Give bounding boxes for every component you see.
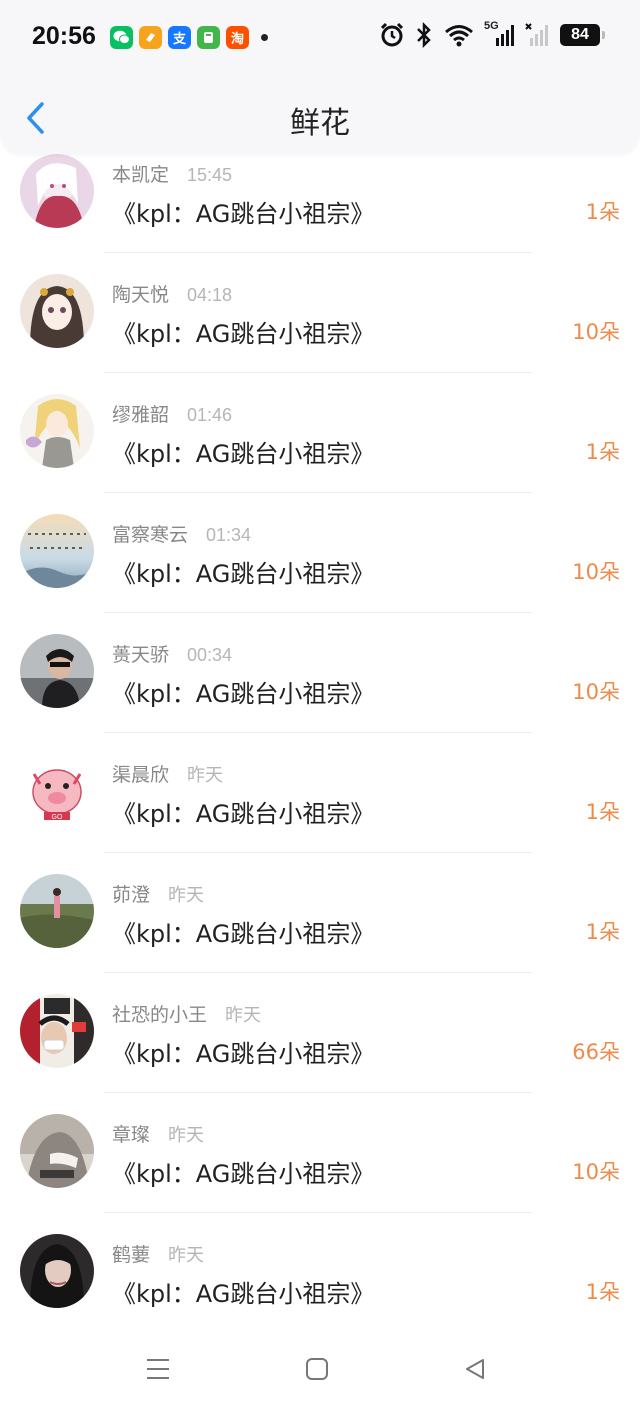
alipay-icon: 支 [168, 26, 191, 49]
timestamp: 昨天 [187, 765, 224, 785]
taobao-icon: 淘 [226, 26, 249, 49]
avatar[interactable] [20, 994, 94, 1068]
status-bar: 20:56 支 淘 5G 84 [0, 0, 640, 78]
flower-count: 10朵 [572, 560, 620, 584]
back-nav-button[interactable] [460, 1354, 490, 1384]
sender-name: 蒉天骄 [112, 644, 170, 666]
timestamp: 01:34 [206, 525, 252, 545]
sender-name: 茆澄 [112, 884, 151, 906]
flower-count: 1朵 [585, 200, 620, 224]
flower-count: 1朵 [585, 920, 620, 944]
timestamp: 昨天 [168, 1245, 205, 1265]
svg-text:GO: GO [52, 814, 63, 821]
list-item[interactable]: 茆澄 昨天 《kpl：AG跳台小祖宗》 1朵 [0, 853, 640, 973]
book-title: 《kpl：AG跳台小祖宗》 [112, 1040, 375, 1068]
sender-name: 富察寒云 [112, 524, 189, 546]
flower-gift-list[interactable]: 本凯定 15:45 《kpl：AG跳台小祖宗》 1朵 陶天悦 04:18 《kpl：… [0, 154, 640, 1324]
flower-count: 10朵 [572, 680, 620, 704]
book-title: 《kpl：AG跳台小祖宗》 [112, 320, 375, 348]
header: 鲜花 [0, 78, 640, 154]
alarm-icon [380, 22, 404, 47]
flower-count: 1朵 [585, 800, 620, 824]
sender-name: 章璨 [112, 1124, 151, 1146]
book-title: 《kpl：AG跳台小祖宗》 [112, 800, 375, 828]
system-navigation-bar [0, 1324, 640, 1408]
avatar[interactable] [20, 874, 94, 948]
avatar[interactable] [20, 514, 94, 588]
list-item[interactable]: 蒉天骄 00:34 《kpl：AG跳台小祖宗》 10朵 [0, 613, 640, 733]
timestamp: 昨天 [225, 1005, 262, 1025]
app-orange-icon [139, 26, 162, 49]
sender-name: 渠晨欣 [112, 764, 170, 786]
flower-count: 66朵 [572, 1040, 620, 1064]
timestamp: 15:45 [187, 165, 233, 185]
avatar[interactable] [20, 274, 94, 348]
avatar[interactable] [20, 154, 94, 228]
timestamp: 04:18 [187, 285, 233, 305]
back-triangle-icon [466, 1359, 484, 1379]
list-item[interactable]: 缪雅韶 01:46 《kpl：AG跳台小祖宗》 1朵 [0, 373, 640, 493]
sender-name: 缪雅韶 [112, 404, 170, 426]
list-item[interactable]: 本凯定 15:45 《kpl：AG跳台小祖宗》 1朵 [0, 154, 640, 253]
list-item[interactable]: 富察寒云 01:34 《kpl：AG跳台小祖宗》 10朵 [0, 493, 640, 613]
home-button[interactable] [302, 1354, 332, 1384]
sender-name: 社恐的小王 [112, 1004, 208, 1026]
list-item[interactable]: 章璨 昨天 《kpl：AG跳台小祖宗》 10朵 [0, 1093, 640, 1213]
avatar[interactable] [20, 394, 94, 468]
sender-name: 本凯定 [112, 164, 170, 186]
list-item[interactable]: 陶天悦 04:18 《kpl：AG跳台小祖宗》 10朵 [0, 253, 640, 373]
battery-indicator: 84 [560, 24, 605, 46]
timestamp: 昨天 [168, 1125, 205, 1145]
page-title: 鲜花 [290, 106, 350, 141]
more-notifications-dot [261, 34, 268, 41]
cellular-signal-2-icon [525, 23, 548, 46]
wifi-icon [445, 25, 473, 47]
clock: 20:56 [32, 22, 96, 50]
flower-count: 1朵 [585, 1280, 620, 1304]
avatar[interactable] [20, 1234, 94, 1308]
bluetooth-icon [417, 22, 431, 48]
list-item[interactable]: 鹤葽 昨天 《kpl：AG跳台小祖宗》 1朵 [0, 1213, 640, 1324]
list-item[interactable]: 社恐的小王 昨天 《kpl：AG跳台小祖宗》 66朵 [0, 973, 640, 1093]
menu-icon [147, 1359, 169, 1379]
timestamp: 昨天 [168, 885, 205, 905]
book-title: 《kpl：AG跳台小祖宗》 [112, 440, 375, 468]
system-icons: 5G 84 [380, 20, 605, 48]
notification-icons: 支 淘 [110, 26, 268, 49]
book-title: 《kpl：AG跳台小祖宗》 [112, 680, 375, 708]
book-title: 《kpl：AG跳台小祖宗》 [112, 200, 375, 228]
list-item[interactable]: GO 渠晨欣 昨天 《kpl：AG跳台小祖宗》 1朵 [0, 733, 640, 853]
app-green-icon [197, 26, 220, 49]
timestamp: 01:46 [187, 405, 233, 425]
book-title: 《kpl：AG跳台小祖宗》 [112, 1280, 375, 1308]
cellular-signal-icon: 5G [484, 20, 514, 48]
flower-count: 1朵 [585, 440, 620, 464]
sender-name: 陶天悦 [112, 284, 170, 306]
sender-name: 鹤葽 [112, 1244, 151, 1266]
home-square-icon [306, 1358, 328, 1380]
flower-count: 10朵 [572, 1160, 620, 1184]
wechat-icon [110, 26, 133, 49]
timestamp: 00:34 [187, 645, 233, 665]
avatar[interactable]: GO [20, 754, 94, 828]
book-title: 《kpl：AG跳台小祖宗》 [112, 1160, 375, 1188]
avatar[interactable] [20, 634, 94, 708]
menu-button[interactable] [143, 1354, 173, 1384]
book-title: 《kpl：AG跳台小祖宗》 [112, 920, 375, 948]
avatar[interactable] [20, 1114, 94, 1188]
book-title: 《kpl：AG跳台小祖宗》 [112, 560, 375, 588]
flower-count: 10朵 [572, 320, 620, 344]
